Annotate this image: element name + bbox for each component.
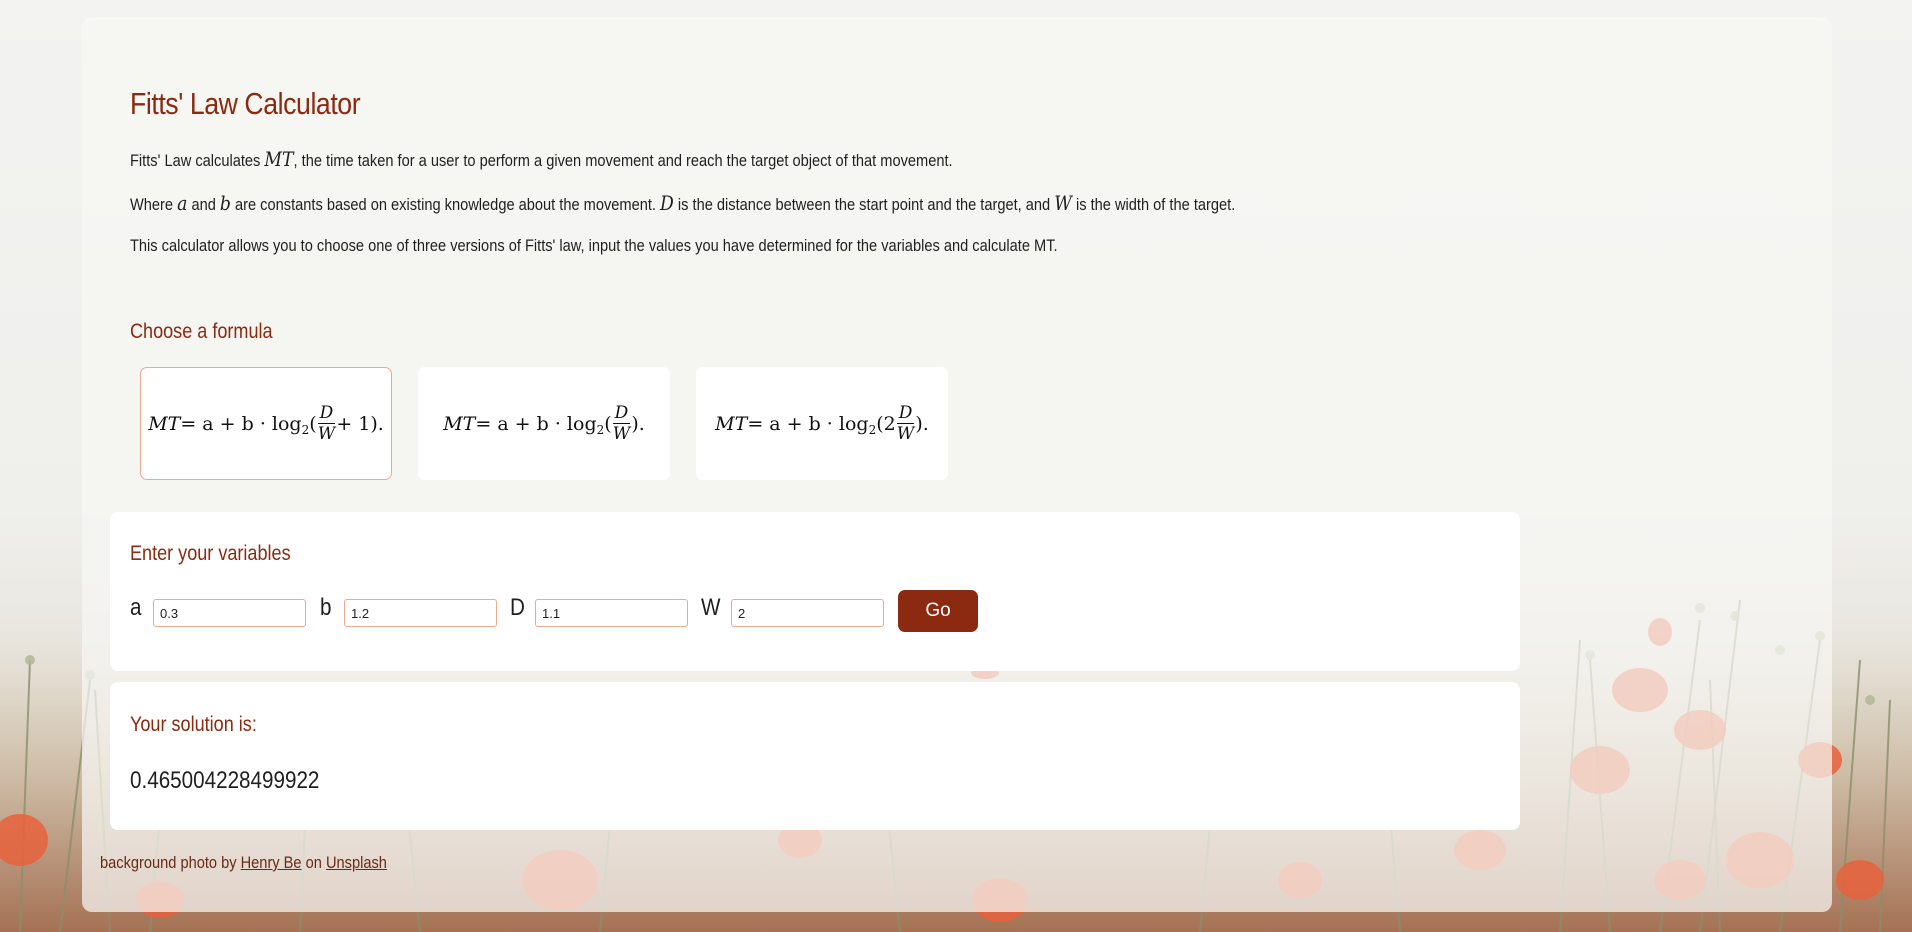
solution-heading: Your solution is: xyxy=(130,713,257,736)
unsplash-link[interactable]: Unsplash xyxy=(326,853,387,872)
math-mt: MT xyxy=(264,147,294,171)
solution-value: 0.465004228499922 xyxy=(130,767,320,794)
formula-2: MT = a + b · log 2( DW ). xyxy=(443,403,645,444)
intro-text: is the distance between the start point … xyxy=(673,195,1055,214)
formula-fraction: DW xyxy=(317,403,336,444)
formula-sub: 2 xyxy=(596,422,605,437)
formula-1: MT = a + b · log 2( DW + 1). xyxy=(148,403,384,444)
variables-heading: Enter your variables xyxy=(130,542,291,565)
math-a: a xyxy=(177,191,188,215)
variable-a-label: a xyxy=(130,594,142,621)
intro-text: and xyxy=(187,195,220,214)
intro-text: are constants based on existing knowledg… xyxy=(230,195,661,214)
variable-w-label: W xyxy=(701,594,721,621)
formula-sub: 2 xyxy=(868,422,877,437)
variable-a-input[interactable] xyxy=(153,599,306,627)
intro-text: is the width of the target. xyxy=(1071,195,1236,214)
intro-text: , the time taken for a user to perform a… xyxy=(293,151,953,170)
fraction-numerator: D xyxy=(317,403,336,424)
formula-lhs: MT xyxy=(715,412,748,435)
variable-d-input[interactable] xyxy=(535,599,688,627)
intro-paragraph-2: Where a and b are constants based on exi… xyxy=(130,191,1235,215)
intro-paragraph-1: Fitts' Law calculates MT, the time taken… xyxy=(130,147,953,171)
variable-d-label: D xyxy=(510,594,525,621)
fraction-numerator: D xyxy=(612,403,631,424)
formula-sub: 2 xyxy=(301,422,310,437)
choose-formula-heading: Choose a formula xyxy=(130,320,273,343)
formula-tail: + 1). xyxy=(336,412,384,435)
credit-text: background photo by xyxy=(100,853,241,872)
fraction-denominator: W xyxy=(896,424,915,444)
go-button[interactable]: Go xyxy=(898,590,978,632)
formula-fraction: DW xyxy=(612,403,631,444)
formula-fraction: DW xyxy=(896,403,915,444)
variables-card xyxy=(110,512,1520,671)
credit-text: on xyxy=(301,853,326,872)
formula-open: ( xyxy=(604,412,612,435)
formula-eq: = a + b · log xyxy=(747,412,869,435)
intro-text: Fitts' Law calculates xyxy=(130,151,265,170)
formula-lhs: MT xyxy=(443,412,476,435)
formula-eq: = a + b · log xyxy=(180,412,302,435)
formula-option-2[interactable]: MT = a + b · log 2( DW ). xyxy=(418,367,670,480)
fraction-denominator: W xyxy=(612,424,631,444)
math-w: W xyxy=(1054,191,1072,215)
variable-w-input[interactable] xyxy=(731,599,884,627)
formula-option-3[interactable]: MT = a + b · log 2 (2 DW ). xyxy=(696,367,948,480)
formula-open: ( xyxy=(309,412,317,435)
intro-paragraph-3: This calculator allows you to choose one… xyxy=(130,236,1058,255)
formula-eq: = a + b · log xyxy=(475,412,597,435)
formula-option-1[interactable]: MT = a + b · log 2( DW + 1). xyxy=(140,367,392,480)
formula-open: (2 xyxy=(876,412,896,435)
variable-b-input[interactable] xyxy=(344,599,497,627)
math-b: b xyxy=(219,191,231,215)
solution-card xyxy=(110,682,1520,830)
math-d: D xyxy=(660,191,674,215)
fraction-numerator: D xyxy=(896,403,915,424)
formula-3: MT = a + b · log 2 (2 DW ). xyxy=(715,403,929,444)
fraction-denominator: W xyxy=(317,424,336,444)
author-link[interactable]: Henry Be xyxy=(241,853,302,872)
page-title: Fitts' Law Calculator xyxy=(130,86,361,121)
formula-tail: ). xyxy=(915,412,929,435)
intro-text: Where xyxy=(130,195,178,214)
photo-credit: background photo by Henry Be on Unsplash xyxy=(100,853,387,873)
formula-lhs: MT xyxy=(148,412,181,435)
formula-tail: ). xyxy=(631,412,645,435)
variable-b-label: b xyxy=(320,594,332,621)
